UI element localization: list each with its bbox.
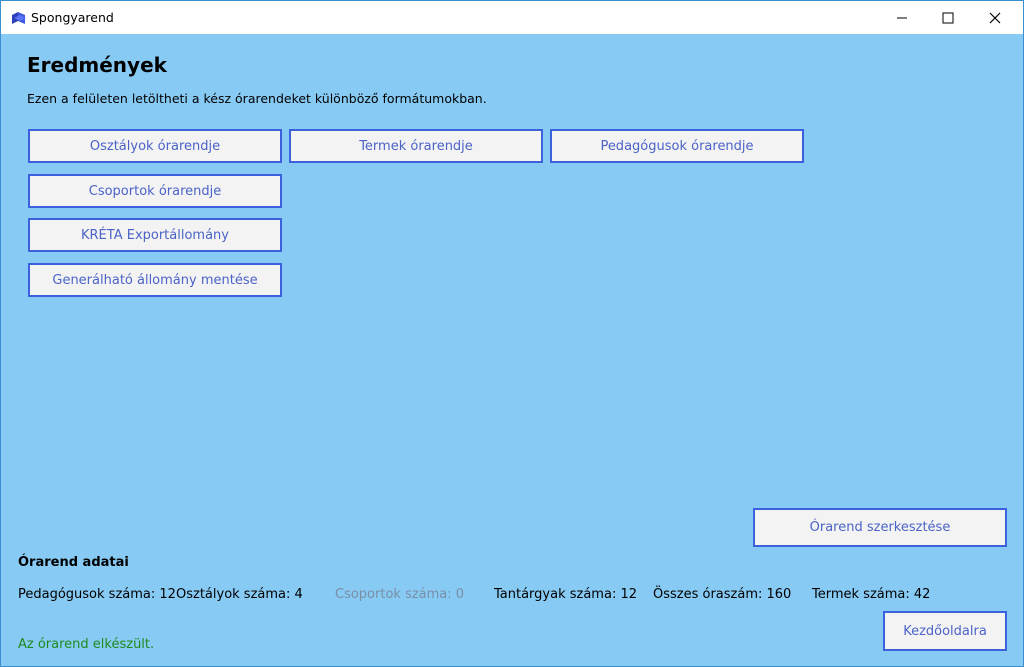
maximize-icon [942, 12, 954, 23]
stat-osszes-oraszam: Összes óraszám: 160 [653, 587, 792, 602]
main-content: Eredmények Ezen a felületen letöltheti a… [1, 34, 1023, 666]
stat-tantargyak: Tantárgyak száma: 12 [494, 587, 637, 602]
app-window: Spongyarend Eredmények Ezen a felületen … [0, 0, 1024, 667]
cube-app-icon [12, 12, 26, 24]
window-title: Spongyarend [31, 10, 114, 25]
minimize-button[interactable] [879, 1, 925, 34]
osztalyok-orarendje-button[interactable]: Osztályok órarendje [28, 129, 282, 163]
termek-orarendje-button[interactable]: Termek órarendje [289, 129, 543, 163]
kreta-export-button[interactable]: KRÉTA Exportállomány [28, 218, 282, 252]
csoportok-orarendje-button[interactable]: Csoportok órarendje [28, 174, 282, 208]
stat-csoportok: Csoportok száma: 0 [335, 587, 465, 602]
stats-title: Órarend adatai [18, 555, 129, 570]
close-button[interactable] [972, 1, 1018, 34]
minimize-icon [897, 17, 907, 18]
generalhato-allomany-button[interactable]: Generálható állomány mentése [28, 263, 282, 297]
stat-termek: Termek száma: 42 [812, 587, 931, 602]
stat-pedagogusok: Pedagógusok száma: 12 [18, 587, 176, 602]
pedagogusok-orarendje-button[interactable]: Pedagógusok órarendje [550, 129, 804, 163]
page-subtitle: Ezen a felületen letöltheti a kész órare… [27, 91, 487, 106]
maximize-button[interactable] [925, 1, 971, 34]
status-message: Az órarend elkészült. [18, 637, 155, 652]
page-title: Eredmények [27, 53, 167, 77]
close-icon [989, 12, 1001, 23]
kezdooldalra-button[interactable]: Kezdőoldalra [883, 611, 1007, 651]
title-bar: Spongyarend [1, 1, 1023, 34]
stat-osztalyok: Osztályok száma: 4 [176, 587, 303, 602]
orarend-szerkesztese-button[interactable]: Órarend szerkesztése [753, 508, 1007, 547]
